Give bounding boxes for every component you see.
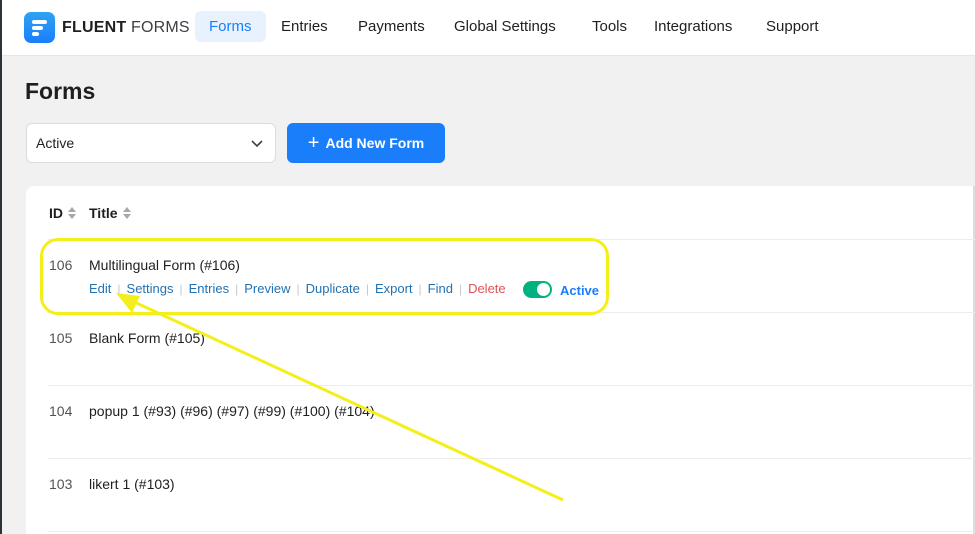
arrow-annotation-icon xyxy=(116,293,564,502)
app-window: FLUENT FORMS Forms Entries Payments Glob… xyxy=(0,0,975,534)
